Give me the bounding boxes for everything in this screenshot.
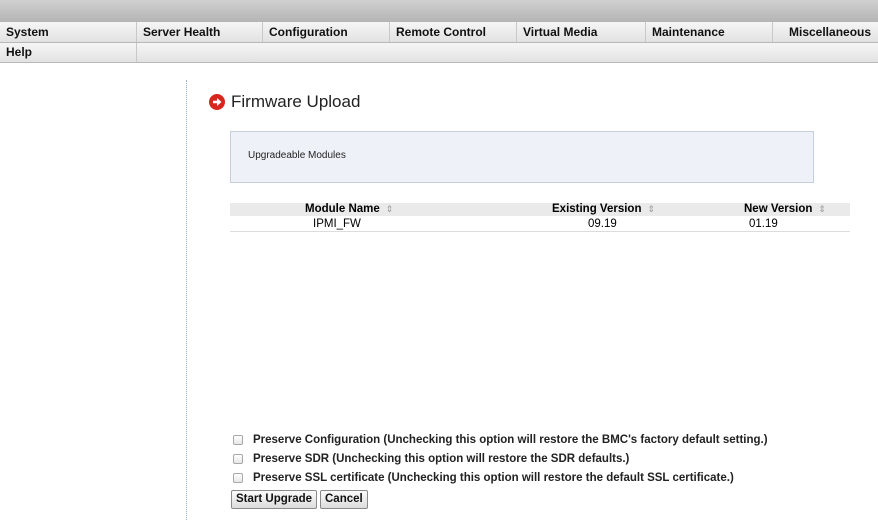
column-header-module-name[interactable]: Module Name ⇕ — [305, 203, 393, 216]
cancel-button[interactable]: Cancel — [320, 490, 368, 509]
option-label: Preserve SSL certificate (Unchecking thi… — [253, 472, 734, 484]
page-header: Firmware Upload — [209, 92, 360, 112]
start-upgrade-button[interactable]: Start Upgrade — [231, 490, 318, 509]
arrow-right-circle-icon — [209, 94, 225, 110]
column-header-label: New Version — [744, 203, 813, 215]
column-header-new-version[interactable]: New Version ⇕ — [744, 203, 826, 216]
sort-icon: ⇕ — [818, 204, 826, 214]
main-menu: System Server Health Configuration Remot… — [0, 22, 878, 63]
menu-row-secondary: Help — [0, 43, 878, 63]
menu-item-miscellaneous[interactable]: Miscellaneous — [773, 22, 878, 42]
upgradeable-modules-panel: Upgradeable Modules — [230, 131, 814, 183]
menu-item-configuration[interactable]: Configuration — [263, 22, 390, 42]
cell-module-name: IPMI_FW — [313, 218, 361, 230]
table-row[interactable]: IPMI_FW 09.19 01.19 — [230, 217, 850, 232]
menu-item-maintenance[interactable]: Maintenance — [646, 22, 773, 42]
preserve-sdr-checkbox[interactable] — [233, 454, 243, 464]
upgradeable-modules-label: Upgradeable Modules — [248, 150, 346, 161]
preserve-configuration-checkbox[interactable] — [233, 435, 243, 445]
content-divider — [186, 80, 187, 520]
column-header-label: Module Name — [305, 203, 380, 215]
menu-item-system[interactable]: System — [0, 22, 137, 42]
sort-icon: ⇕ — [385, 204, 394, 214]
top-banner — [0, 0, 878, 22]
menu-row-primary: System Server Health Configuration Remot… — [0, 22, 878, 43]
option-preserve-configuration: Preserve Configuration (Unchecking this … — [233, 434, 768, 446]
page-title: Firmware Upload — [231, 92, 361, 111]
menu-item-virtual-media[interactable]: Virtual Media — [517, 22, 646, 42]
option-preserve-ssl: Preserve SSL certificate (Unchecking thi… — [233, 472, 734, 484]
menu-item-server-health[interactable]: Server Health — [137, 22, 263, 42]
column-header-label: Existing Version — [552, 203, 642, 215]
cell-existing-version: 09.19 — [588, 218, 617, 230]
option-label: Preserve Configuration (Unchecking this … — [253, 434, 768, 446]
sort-icon: ⇕ — [647, 204, 656, 214]
menu-item-remote-control[interactable]: Remote Control — [390, 22, 517, 42]
menu-item-help[interactable]: Help — [0, 43, 137, 62]
preserve-ssl-checkbox[interactable] — [233, 473, 243, 483]
column-header-existing-version[interactable]: Existing Version ⇕ — [552, 203, 655, 216]
modules-table-header: Module Name ⇕ Existing Version ⇕ New Versi… — [230, 203, 850, 216]
option-preserve-sdr: Preserve SDR (Unchecking this option wil… — [233, 453, 629, 465]
option-label: Preserve SDR (Unchecking this option wil… — [253, 453, 630, 465]
cell-new-version: 01.19 — [749, 218, 778, 230]
